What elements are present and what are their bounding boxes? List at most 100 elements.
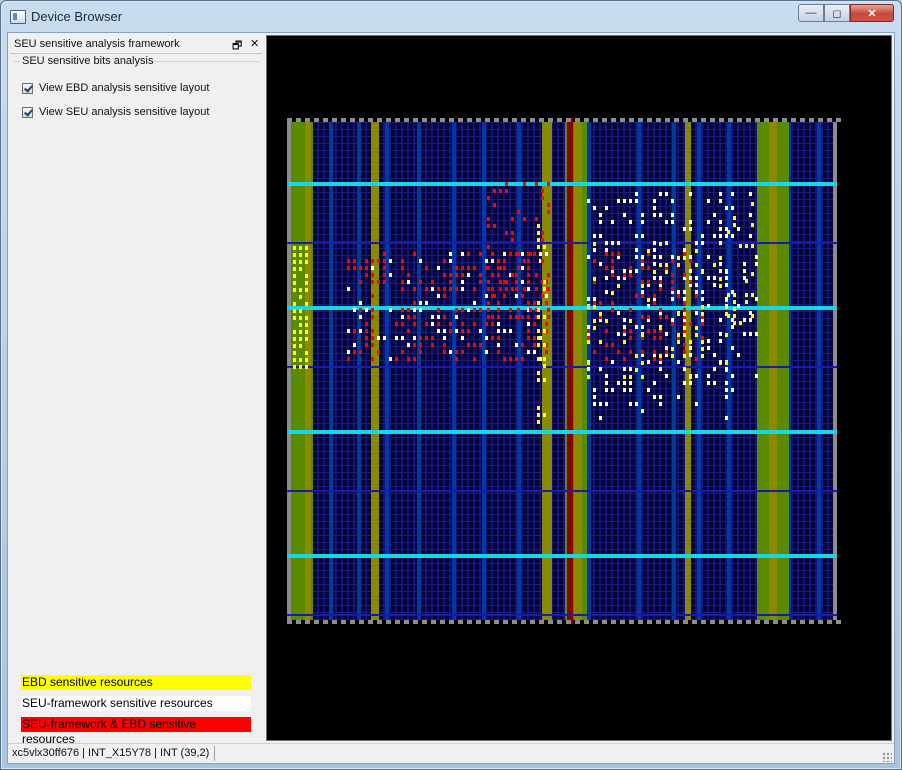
seu-bit bbox=[719, 199, 722, 203]
both-bit bbox=[407, 273, 410, 277]
resize-grip[interactable] bbox=[882, 752, 892, 762]
hclk-row bbox=[287, 182, 837, 186]
ebd-bit bbox=[299, 323, 302, 327]
device-browser-window: Device Browser — ◻ ✕ SEU sensitive analy… bbox=[0, 0, 902, 770]
seu-bit bbox=[749, 332, 752, 336]
seu-bit bbox=[737, 353, 740, 357]
both-bit bbox=[491, 322, 494, 326]
seu-bit bbox=[437, 315, 440, 319]
close-icon[interactable]: ✕ bbox=[250, 37, 259, 50]
seu-bit bbox=[653, 381, 656, 385]
float-icon[interactable]: 🗗 bbox=[232, 37, 242, 56]
both-bit bbox=[443, 273, 446, 277]
both-bit bbox=[359, 280, 362, 284]
ebd-bit bbox=[695, 249, 698, 253]
seu-bit bbox=[593, 248, 596, 252]
both-bit bbox=[511, 287, 514, 291]
io-column-left bbox=[287, 122, 291, 620]
both-bit bbox=[653, 301, 656, 305]
ebd-bit bbox=[683, 333, 686, 337]
device-layout-view[interactable] bbox=[266, 35, 892, 741]
seu-bit bbox=[419, 301, 422, 305]
both-bit bbox=[371, 357, 374, 361]
panel-title: SEU sensitive analysis framework bbox=[14, 38, 180, 50]
checkbox-ebd[interactable] bbox=[22, 82, 33, 94]
both-bit bbox=[413, 357, 416, 361]
seu-bit bbox=[629, 367, 632, 371]
both-bit bbox=[365, 266, 368, 270]
ebd-bit bbox=[299, 330, 302, 334]
both-bit bbox=[401, 350, 404, 354]
seu-bit bbox=[347, 350, 350, 354]
both-bit bbox=[383, 266, 386, 270]
both-bit bbox=[455, 308, 458, 312]
status-bar: xc5vlx30ff676 | INT_X15Y78 | INT (39,2) bbox=[8, 743, 894, 764]
seu-bit bbox=[527, 287, 530, 291]
both-bit bbox=[443, 287, 446, 291]
ebd-bit bbox=[751, 314, 754, 318]
seu-bit bbox=[611, 220, 614, 224]
both-bit bbox=[365, 329, 368, 333]
both-bit bbox=[413, 322, 416, 326]
seu-bit bbox=[653, 276, 656, 280]
fpga-layout[interactable] bbox=[267, 36, 891, 740]
checkbox-seu[interactable] bbox=[22, 106, 33, 118]
both-bit bbox=[535, 217, 538, 221]
both-bit bbox=[493, 203, 496, 207]
restore-button[interactable]: ◻ bbox=[824, 4, 850, 22]
seu-bit bbox=[623, 367, 626, 371]
both-bit bbox=[493, 294, 496, 298]
ebd-bit bbox=[593, 305, 596, 309]
both-bit bbox=[683, 308, 686, 312]
both-bit bbox=[701, 322, 704, 326]
checkbox-ebd-row[interactable]: View EBD analysis sensitive layout bbox=[22, 82, 209, 94]
seu-bit bbox=[617, 311, 620, 315]
both-bit bbox=[611, 301, 614, 305]
seu-bit bbox=[431, 287, 434, 291]
seu-bit bbox=[695, 241, 698, 245]
close-window-button[interactable]: ✕ bbox=[850, 4, 894, 22]
both-bit bbox=[487, 266, 490, 270]
both-bit bbox=[473, 287, 476, 291]
seu-bit bbox=[419, 259, 422, 263]
both-bit bbox=[635, 294, 638, 298]
ebd-bit bbox=[543, 280, 546, 284]
both-bit bbox=[505, 182, 508, 186]
both-bit bbox=[347, 357, 350, 361]
seu-bit bbox=[707, 220, 710, 224]
clb-column bbox=[697, 122, 701, 620]
both-bit bbox=[505, 280, 508, 284]
both-bit bbox=[479, 280, 482, 284]
ebd-bit bbox=[647, 249, 650, 253]
seu-bit bbox=[593, 388, 596, 392]
both-bit bbox=[611, 259, 614, 263]
ebd-bit bbox=[593, 319, 596, 323]
both-bit bbox=[517, 252, 520, 256]
seu-bit bbox=[671, 213, 674, 217]
title-bar[interactable]: Device Browser — ◻ ✕ bbox=[1, 1, 901, 31]
dock-panel-header[interactable]: SEU sensitive analysis framework 🗗 ✕ bbox=[10, 35, 262, 54]
seu-bit bbox=[671, 318, 674, 322]
seu-bit bbox=[665, 374, 668, 378]
ebd-bit bbox=[599, 312, 602, 316]
both-bit bbox=[515, 280, 518, 284]
group-label: SEU sensitive bits analysis bbox=[20, 55, 156, 67]
minimize-button[interactable]: — bbox=[798, 4, 824, 22]
seu-bit bbox=[635, 269, 638, 273]
seu-bit bbox=[701, 241, 704, 245]
ebd-bit bbox=[671, 354, 674, 358]
both-bit bbox=[593, 259, 596, 263]
both-bit bbox=[659, 308, 662, 312]
seu-bit bbox=[683, 227, 686, 231]
both-bit bbox=[511, 273, 514, 277]
seu-bit bbox=[635, 325, 638, 329]
ebd-bit bbox=[537, 413, 540, 417]
checkbox-seu-row[interactable]: View SEU analysis sensitive layout bbox=[22, 106, 209, 118]
status-separator bbox=[214, 746, 215, 761]
io-column-right bbox=[833, 122, 837, 620]
both-bit bbox=[461, 350, 464, 354]
ebd-bit bbox=[537, 343, 540, 347]
clb-column bbox=[817, 122, 821, 620]
ebd-bit bbox=[701, 347, 704, 351]
both-bit bbox=[521, 357, 524, 361]
